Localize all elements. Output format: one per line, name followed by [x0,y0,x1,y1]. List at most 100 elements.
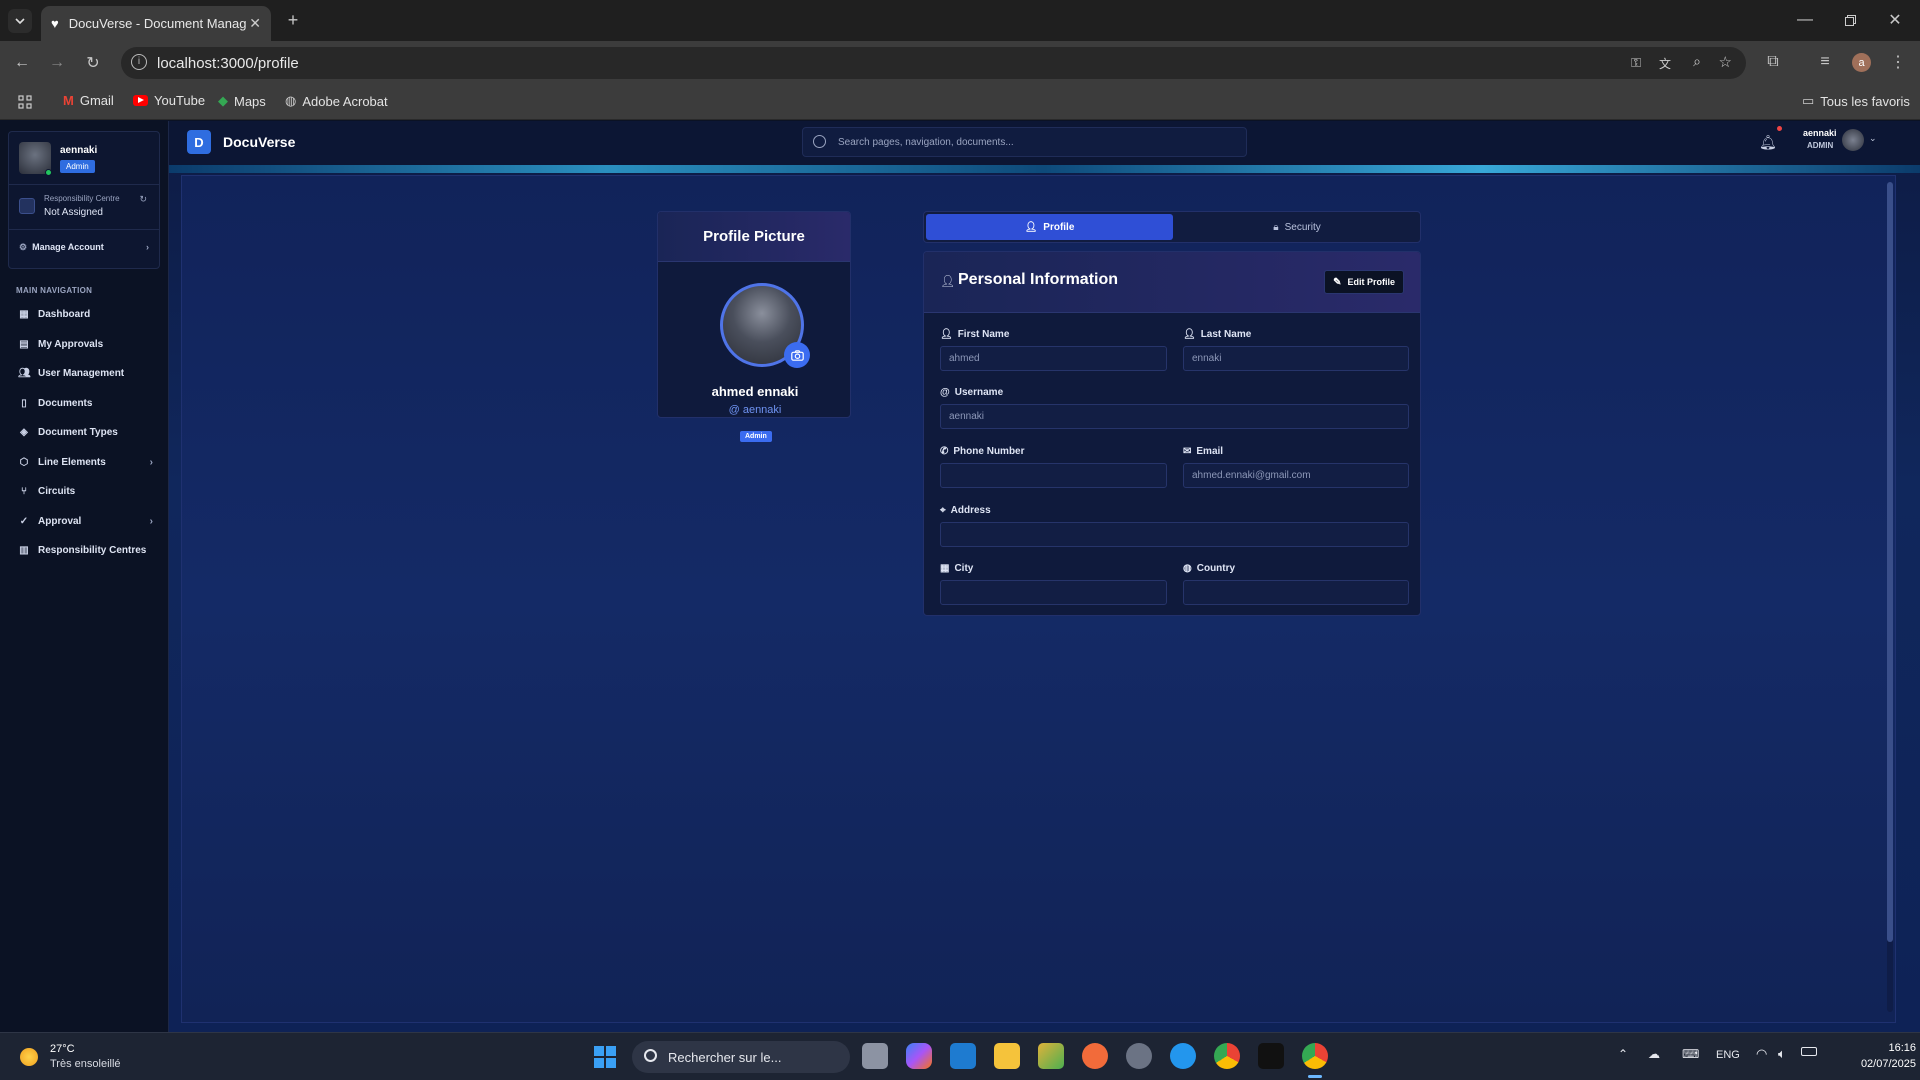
back-arrow-icon[interactable]: ← [12,53,32,73]
bookmark-youtube[interactable]: YouTube [133,93,205,108]
extensions-icon[interactable]: ⧉ [1763,52,1783,72]
bookmark-star-icon[interactable]: ☆ [1719,53,1732,71]
apps-grid-icon[interactable] [16,93,34,111]
minimize-icon[interactable]: — [1795,10,1815,30]
country-field[interactable] [1183,580,1409,605]
profile-picture-card: Profile Picture ahmed ennaki @ aennaki [657,211,851,418]
postman-icon[interactable] [1082,1043,1108,1069]
chevron-right-icon: › [149,515,153,527]
address-field[interactable] [940,522,1409,547]
document-icon: ▯ [21,397,27,409]
sidebar-item-line-elements[interactable]: ⬡ Line Elements › [18,457,153,468]
task-view-icon[interactable] [862,1043,888,1069]
new-tab-icon[interactable]: + [283,10,303,30]
close-window-icon[interactable]: ✕ [1885,10,1905,30]
sidebar-item-documents[interactable]: ▯ Documents [18,398,153,409]
restore-icon[interactable] [1840,10,1860,30]
file-explorer-icon[interactable] [994,1043,1020,1069]
copilot-icon[interactable] [906,1043,932,1069]
media-control-icon[interactable]: ≡ [1815,52,1835,72]
edit-profile-button[interactable]: ✎ Edit Profile [1324,270,1404,294]
docker-icon[interactable] [1170,1043,1196,1069]
git-branch-icon: ⑂ [21,486,27,497]
keyboard-icon[interactable]: ⌨ [1682,1047,1699,1061]
sidebar-item-approval[interactable]: ✓ Approval › [18,516,153,527]
user-icon: 👤︎ [940,329,953,340]
onedrive-icon[interactable]: ☁ [1648,1047,1660,1061]
chrome-profile-icon[interactable] [1302,1043,1328,1069]
settings-icon[interactable] [1126,1043,1152,1069]
building-icon [19,198,35,214]
last-name-field[interactable]: ennaki [1183,346,1409,371]
cube-icon: ⬡ [19,456,29,468]
taskbar-search[interactable]: Rechercher sur le... [632,1041,850,1073]
sidebar-item-circuits[interactable]: ⑂ Circuits [18,486,153,497]
building-icon: ▥ [19,545,29,556]
header-user-role: ADMIN [1807,141,1834,150]
logo[interactable]: D [187,130,211,154]
close-tab-icon[interactable]: ✕ [249,15,261,32]
weather-widget[interactable]: 27°C Très ensoleillé [18,1041,158,1073]
battery-icon[interactable] [1801,1047,1817,1056]
volume-icon[interactable]: 🔈︎ [1778,1046,1786,1062]
translate-icon[interactable]: 文 [1659,55,1671,72]
browser-toolbar: ← → ↻ i localhost:3000/profile ⚿ 文 ⌕ ☆ ⧉… [0,41,1920,84]
reload-icon[interactable]: ↻ [83,53,103,73]
office-app-icon[interactable] [1038,1043,1064,1069]
wifi-icon[interactable]: ◠ [1756,1046,1767,1062]
page-scrollbar[interactable] [1887,182,1893,1012]
username-field[interactable]: aennaki [940,404,1409,429]
bookmark-gmail[interactable]: M Gmail [63,93,114,108]
city-field[interactable] [940,580,1167,605]
map-pin-icon: ⌖ [940,505,946,516]
email-field[interactable]: ahmed.ennaki@gmail.com [1183,463,1409,488]
menu-kebab-icon[interactable]: ⋮ [1888,52,1908,72]
address-bar[interactable]: i localhost:3000/profile ⚿ 文 ⌕ ☆ [121,47,1746,79]
global-search-input[interactable]: Search pages, navigation, documents... [802,127,1247,157]
sidebar-item-document-types[interactable]: ◈ Document Types [18,427,153,438]
tab-security[interactable]: 🔒︎ Security [1174,214,1420,240]
camera-upload-button[interactable] [784,342,810,368]
clock-date[interactable]: 02/07/2025 [1838,1058,1916,1070]
refresh-icon[interactable]: ↻ [139,194,147,205]
language-indicator[interactable]: ENG [1716,1049,1740,1061]
main-area: D DocuVerse Search pages, navigation, do… [169,121,1920,1032]
user-check-icon: ✓ [19,515,29,527]
phone-field[interactable] [940,463,1167,488]
vscode-icon[interactable] [950,1043,976,1069]
bookmark-adobe-acrobat[interactable]: ◍ Adobe Acrobat [285,93,388,109]
first-name-field[interactable]: ahmed [940,346,1167,371]
scrollbar-thumb[interactable] [1887,182,1893,942]
cursor-app-icon[interactable] [1258,1043,1284,1069]
tab-title: DocuVerse - Document Manag [68,16,247,31]
header-avatar[interactable] [1842,129,1864,151]
zoom-icon[interactable]: ⌕ [1693,53,1701,70]
sidebar-item-responsibility-centres[interactable]: ▥ Responsibility Centres [18,545,153,556]
at-sign-icon: @ [940,387,950,398]
show-hidden-icons-chevron-icon[interactable]: ⌃ [1618,1047,1628,1061]
clock-time[interactable]: 16:16 [1872,1042,1916,1054]
sidebar-item-dashboard[interactable]: ▦ Dashboard [18,309,153,320]
weather-temp: 27°C [50,1043,75,1055]
responsibility-centre-card[interactable]: Responsibility Centre Not Assigned ↻ [19,192,149,222]
sidebar-item-my-approvals[interactable]: ▤ My Approvals [18,339,153,350]
tab-list-chevron-icon[interactable] [8,9,32,33]
browser-tab[interactable]: ♥ DocuVerse - Document Manag ✕ [41,6,271,41]
tab-profile[interactable]: 👤︎ Profile [926,214,1173,240]
phone-icon: ✆ [940,446,949,457]
manage-account-button[interactable]: ⚙ Manage Account › [19,239,149,255]
sidebar-item-user-management[interactable]: 👥︎ User Management [18,368,153,379]
forward-arrow-icon[interactable]: → [47,53,67,73]
dashboard-icon: ▦ [19,309,29,320]
brand-name[interactable]: DocuVerse [223,134,295,150]
all-favorites[interactable]: ▭ Tous les favoris [1802,93,1910,109]
notifications-bell-icon[interactable]: 🔔︎ [1759,134,1777,151]
windows-start-icon[interactable] [594,1046,616,1068]
profile-avatar[interactable]: a [1852,53,1871,72]
site-info-icon[interactable]: i [131,54,147,70]
password-key-icon[interactable]: ⚿ [1631,55,1641,71]
role-badge: Admin [60,160,95,173]
bookmark-maps[interactable]: ◆ Maps [218,93,266,109]
chrome-icon[interactable] [1214,1043,1240,1069]
user-menu-chevron-icon[interactable]: ⌄ [1869,133,1877,144]
